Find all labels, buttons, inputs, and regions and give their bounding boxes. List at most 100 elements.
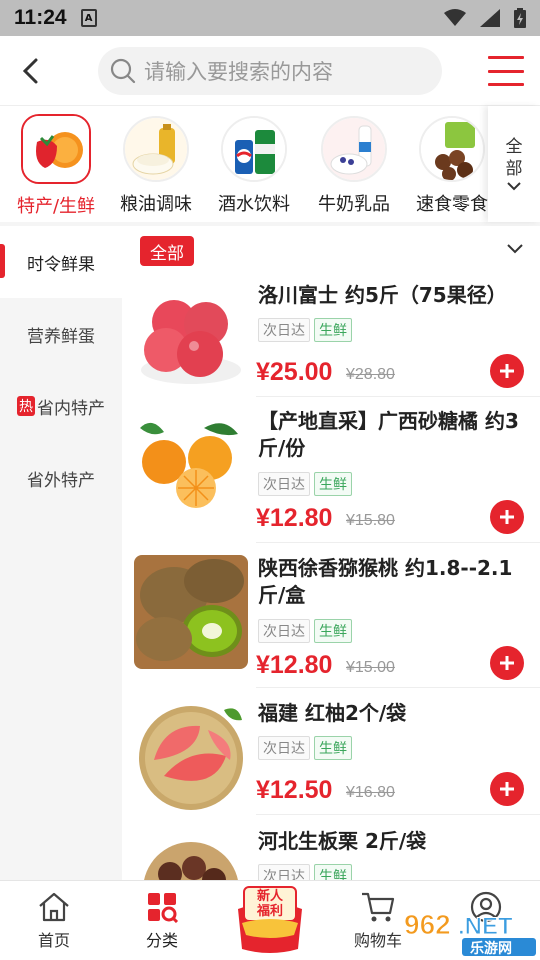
plus-icon xyxy=(500,364,514,378)
divider xyxy=(256,814,540,815)
category-tab-dairy[interactable]: 牛奶乳品 xyxy=(306,116,402,216)
product-old-price: ¥28.80 xyxy=(346,366,395,383)
category-label: 速食零食 xyxy=(416,194,488,215)
next-day-tag: 次日达 xyxy=(258,318,310,342)
side-item-other-province[interactable]: 省外特产 xyxy=(0,442,122,514)
product-list: 全部 洛川富士 约5斤（75果径） 次日达 生鲜 ¥25.00 ¥28.80 【… xyxy=(122,226,540,880)
expand-filter-button[interactable] xyxy=(506,240,524,259)
product-name: 福建 红柚2个/袋 xyxy=(258,701,407,725)
nav-category[interactable]: 分类 xyxy=(122,891,202,951)
new-user-promo-button[interactable]: 新人 福利 xyxy=(232,879,308,955)
category-label: 酒水饮料 xyxy=(218,194,290,215)
category-tab-snacks[interactable]: 速食零食 xyxy=(404,116,500,216)
divider xyxy=(256,687,540,688)
side-item-local-specialty[interactable]: 热 省内特产 xyxy=(0,370,122,442)
plus-icon xyxy=(500,782,514,796)
add-to-cart-button[interactable] xyxy=(490,354,524,388)
category-label: 特产/生鲜 xyxy=(16,196,96,217)
menu-icon-bar xyxy=(488,56,524,59)
orange-image xyxy=(134,408,248,522)
fresh-tag: 生鲜 xyxy=(314,736,352,760)
product-old-price: ¥16.80 xyxy=(346,784,395,801)
pomelo-image xyxy=(134,700,248,814)
divider xyxy=(256,542,540,543)
next-day-tag: 次日达 xyxy=(258,736,310,760)
side-nav: 时令鲜果 营养鲜蛋 热 省内特产 省外特产 xyxy=(0,226,122,880)
all-categories-button[interactable]: 全 部 xyxy=(488,106,540,222)
watermark-sub: 乐游网 xyxy=(470,941,512,957)
divider xyxy=(256,396,540,397)
nav-cart-label: 购物车 xyxy=(353,931,402,950)
fruit-image xyxy=(21,114,91,184)
menu-icon-bar xyxy=(488,69,524,73)
top-header: 请输入要搜索的内容 xyxy=(0,36,540,106)
side-item-label: 营养鲜蛋 xyxy=(27,326,95,347)
product-card[interactable]: 陕西徐香猕猴桃 约1.8--2.1斤/盒 次日达 生鲜 ¥12.80 ¥15.0… xyxy=(122,555,540,701)
product-card[interactable]: 洛川富士 约5斤（75果径） 次日达 生鲜 ¥25.00 ¥28.80 xyxy=(122,282,540,428)
signal-icon xyxy=(480,9,500,27)
category-tab-grain-oil[interactable]: 粮油调味 xyxy=(108,116,204,216)
product-card[interactable]: 福建 红柚2个/袋 次日达 生鲜 ¥12.50 ¥16.80 xyxy=(122,700,540,846)
wifi-icon xyxy=(444,9,466,26)
home-icon xyxy=(39,892,69,922)
product-price: ¥12.50 xyxy=(256,776,333,804)
menu-button[interactable] xyxy=(488,52,524,90)
chevron-left-icon xyxy=(22,58,38,83)
product-tags: 次日达 生鲜 xyxy=(258,619,352,643)
cart-icon xyxy=(362,892,395,922)
next-day-tag: 次日达 xyxy=(258,472,310,496)
product-price: ¥12.80 xyxy=(256,651,333,679)
status-time: 11:24 xyxy=(14,6,67,29)
next-day-tag: 次日达 xyxy=(258,619,310,643)
product-tags: 次日达 生鲜 xyxy=(258,864,352,880)
category-label: 牛奶乳品 xyxy=(318,194,390,215)
nav-home-label: 首页 xyxy=(37,931,70,950)
promo-line-2: 福利 xyxy=(256,904,283,919)
product-name: 河北生板栗 2斤/袋 xyxy=(258,829,427,853)
snacks-image xyxy=(419,116,485,182)
menu-icon-bar xyxy=(488,83,524,86)
next-day-tag: 次日达 xyxy=(258,864,310,880)
back-button[interactable] xyxy=(0,36,60,106)
add-to-cart-button[interactable] xyxy=(490,500,524,534)
side-item-seasonal-fruit[interactable]: 时令鲜果 xyxy=(0,226,122,298)
add-to-cart-button[interactable] xyxy=(490,772,524,806)
product-old-price: ¥15.80 xyxy=(346,512,395,529)
search-placeholder: 请输入要搜索的内容 xyxy=(144,59,333,84)
site-watermark: 962 .NET 乐游网 xyxy=(400,908,540,958)
category-tab-drinks[interactable]: 酒水饮料 xyxy=(206,116,302,216)
search-icon xyxy=(110,58,136,83)
product-card[interactable]: 河北生板栗 2斤/袋 次日达 生鲜 xyxy=(122,828,540,880)
apple-image xyxy=(134,282,248,396)
promo-line-1: 新人 xyxy=(256,889,283,904)
promo-text: 新人 福利 xyxy=(250,889,290,919)
category-strip: 特产/生鲜 粮油调味 酒水饮料 牛奶乳品 速食零食 全 部 xyxy=(0,106,540,222)
nav-home[interactable]: 首页 xyxy=(14,891,94,951)
add-to-cart-button[interactable] xyxy=(490,646,524,680)
category-label: 粮油调味 xyxy=(120,194,192,215)
plus-icon xyxy=(500,656,514,670)
chestnut-image xyxy=(134,828,248,880)
notification-a-icon: A xyxy=(80,9,97,27)
hot-badge: 热 xyxy=(17,396,35,416)
category-icon xyxy=(148,893,179,923)
status-bar: 11:24 A xyxy=(0,0,540,36)
product-name: 洛川富士 约5斤（75果径） xyxy=(258,283,507,307)
product-tags: 次日达 生鲜 xyxy=(258,736,352,760)
fresh-tag: 生鲜 xyxy=(314,864,352,880)
filter-all-button[interactable]: 全部 xyxy=(140,236,194,266)
all-categories-label-2: 部 xyxy=(505,159,523,179)
product-old-price: ¥15.00 xyxy=(346,659,395,676)
nav-category-label: 分类 xyxy=(145,931,178,950)
fresh-tag: 生鲜 xyxy=(314,318,352,342)
battery-icon xyxy=(514,8,526,28)
svg-text:962: 962 xyxy=(404,909,451,940)
search-input[interactable]: 请输入要搜索的内容 xyxy=(98,46,442,95)
product-name: 【产地直采】广西砂糖橘 约3斤/份 xyxy=(258,409,519,460)
product-price: ¥12.80 xyxy=(256,504,333,532)
grain-oil-image xyxy=(123,116,189,182)
side-item-fresh-eggs[interactable]: 营养鲜蛋 xyxy=(0,298,122,370)
fresh-tag: 生鲜 xyxy=(314,472,352,496)
category-tab-specialty-fresh[interactable]: 特产/生鲜 xyxy=(8,114,104,218)
product-card[interactable]: 【产地直采】广西砂糖橘 约3斤/份 次日达 生鲜 ¥12.80 ¥15.80 xyxy=(122,408,540,554)
